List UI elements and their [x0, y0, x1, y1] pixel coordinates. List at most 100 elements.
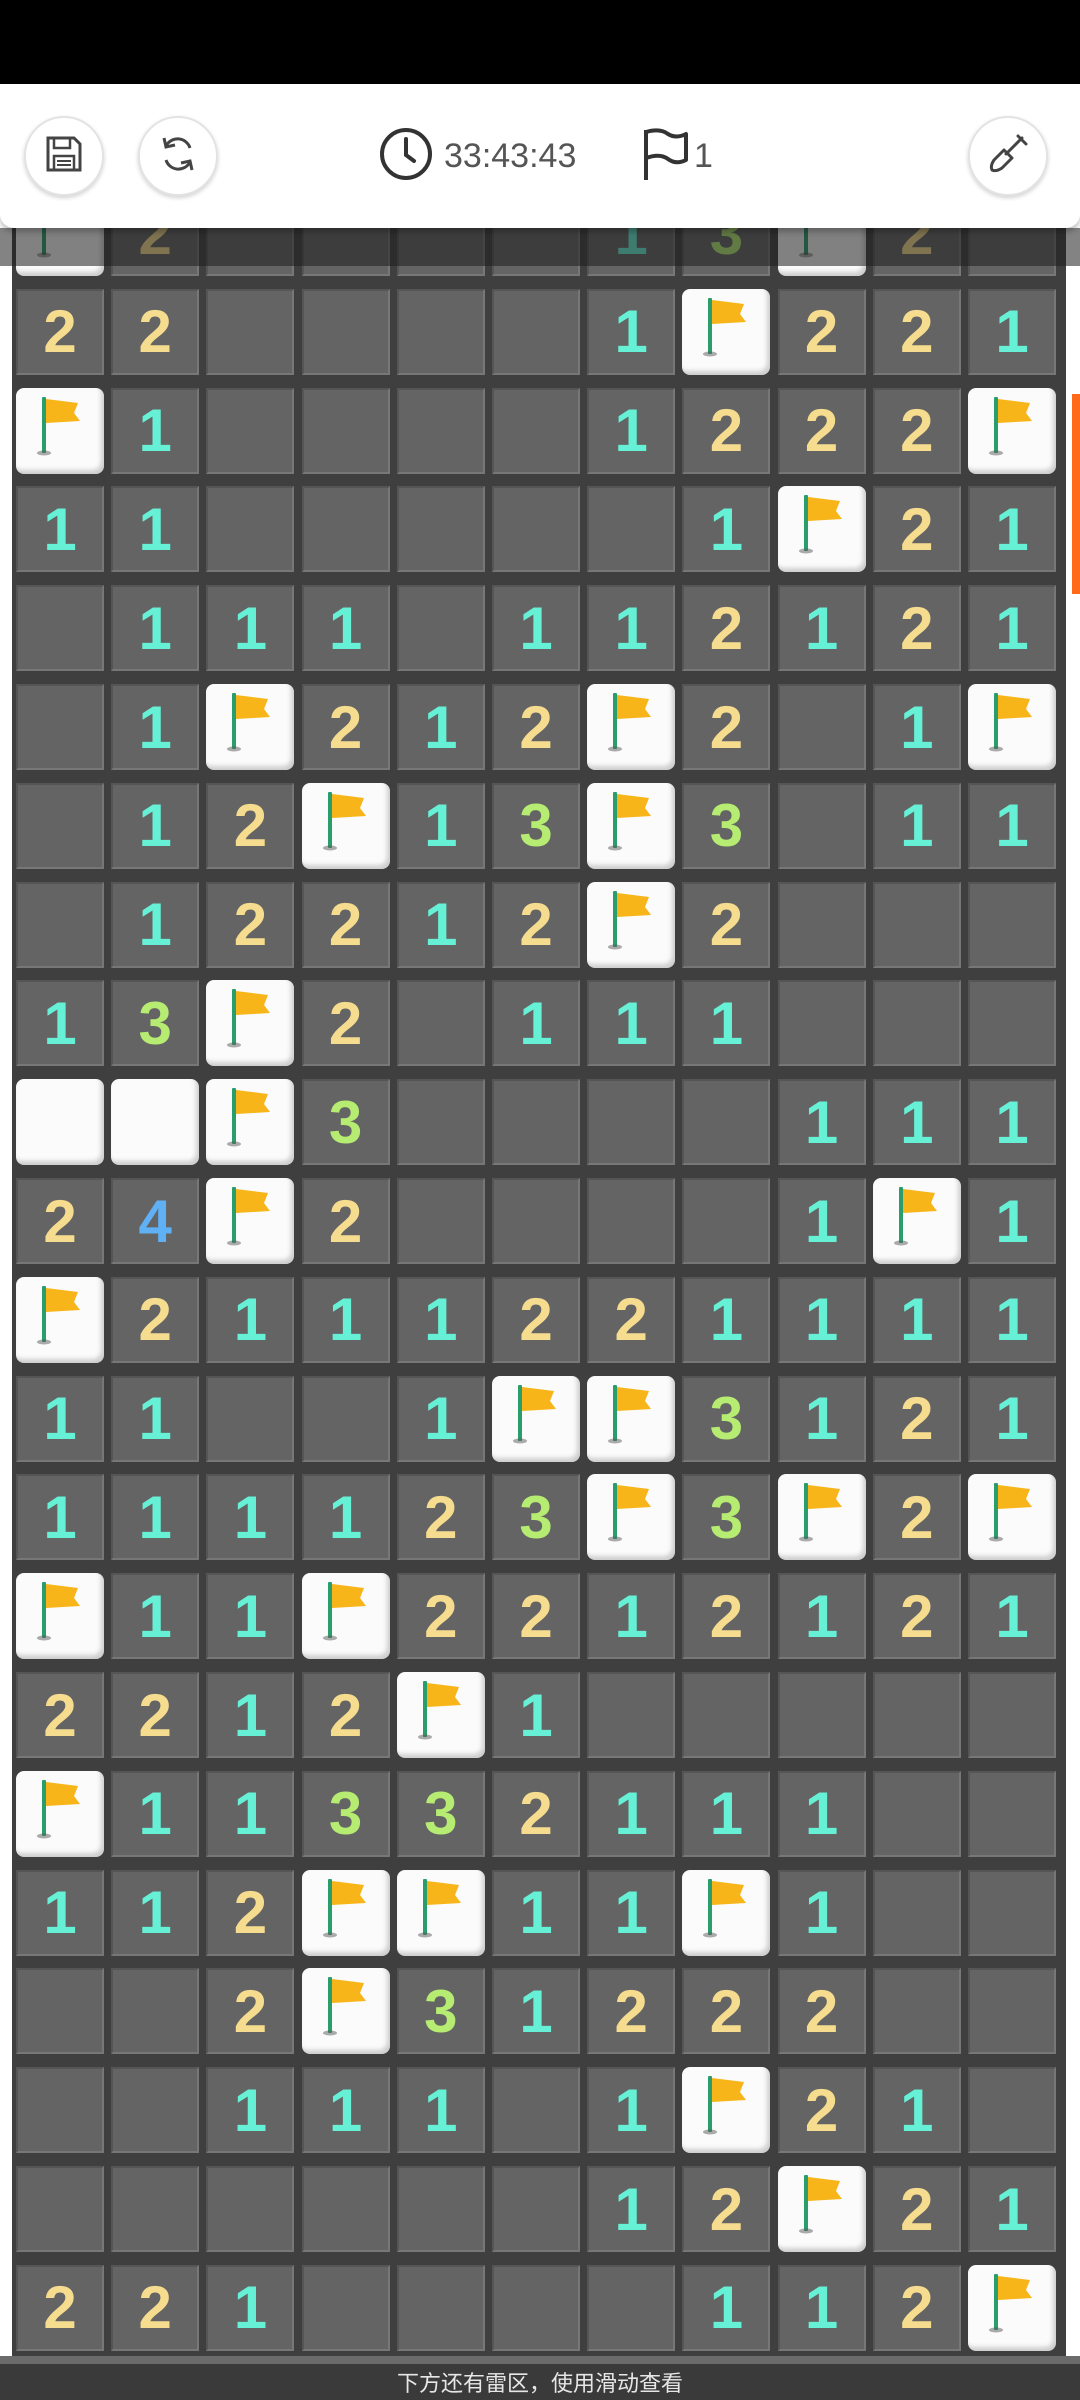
- cell-number[interactable]: 1: [16, 980, 104, 1067]
- cell-number[interactable]: 1: [16, 486, 104, 573]
- cell-flagged[interactable]: [16, 1770, 104, 1857]
- cell-flagged[interactable]: [587, 782, 676, 869]
- cell-number[interactable]: 1: [968, 585, 1056, 672]
- cell-number[interactable]: 2: [872, 2264, 961, 2351]
- cell-flagged[interactable]: [492, 1375, 580, 1462]
- cell-flagged[interactable]: [777, 1474, 866, 1561]
- cell-number[interactable]: 1: [396, 684, 485, 770]
- cell-number[interactable]: 2: [301, 1672, 390, 1758]
- minefield-viewport[interactable]: 2132221221112221112111111212112122112133…: [0, 228, 1080, 2364]
- cell-flagged[interactable]: [206, 980, 295, 1067]
- cell-empty[interactable]: [682, 1178, 771, 1264]
- cell-empty[interactable]: [872, 980, 961, 1067]
- cell-number[interactable]: 2: [206, 782, 295, 869]
- cell-number[interactable]: 1: [587, 387, 676, 474]
- cell-empty[interactable]: [777, 1672, 866, 1758]
- cell-empty[interactable]: [872, 1869, 961, 1956]
- save-button[interactable]: [24, 116, 104, 196]
- cell-number[interactable]: 2: [492, 1573, 580, 1660]
- cell-flagged[interactable]: [777, 2166, 866, 2252]
- cell-number[interactable]: 1: [206, 1573, 295, 1660]
- cell-empty[interactable]: [492, 2264, 580, 2351]
- cell-number[interactable]: 1: [777, 1375, 866, 1462]
- cell-empty[interactable]: [587, 2264, 676, 2351]
- cell-number[interactable]: 2: [777, 288, 866, 375]
- cell-number[interactable]: 2: [16, 1178, 104, 1264]
- cell-number[interactable]: 2: [777, 1968, 866, 2055]
- cell-number[interactable]: 1: [111, 1375, 200, 1462]
- cell-empty[interactable]: [16, 585, 104, 672]
- scroll-indicator[interactable]: [1072, 394, 1080, 594]
- cell-flagged[interactable]: [587, 881, 676, 968]
- cell-empty[interactable]: [206, 387, 295, 474]
- cell-number[interactable]: 2: [682, 1968, 771, 2055]
- cell-flagged[interactable]: [968, 684, 1056, 770]
- cell-number[interactable]: 1: [968, 782, 1056, 869]
- cell-empty[interactable]: [111, 1968, 200, 2055]
- cell-number[interactable]: 1: [682, 486, 771, 573]
- cell-number[interactable]: 1: [587, 1573, 676, 1660]
- cell-flagged[interactable]: [206, 1079, 295, 1166]
- cell-number[interactable]: 1: [777, 1573, 866, 1660]
- cell-flagged[interactable]: [301, 1869, 390, 1956]
- cell-number[interactable]: 1: [206, 1770, 295, 1857]
- cell-number[interactable]: 1: [777, 1276, 866, 1363]
- cell-number[interactable]: 2: [111, 2264, 200, 2351]
- cell-number[interactable]: 2: [872, 1573, 961, 1660]
- cell-number[interactable]: 2: [682, 1573, 771, 1660]
- cell-number[interactable]: 1: [301, 1474, 390, 1561]
- cell-empty[interactable]: [968, 1869, 1056, 1956]
- cell-empty[interactable]: [16, 2166, 104, 2252]
- cell-number[interactable]: 1: [587, 1869, 676, 1956]
- cell-empty[interactable]: [492, 387, 580, 474]
- cell-flagged[interactable]: [587, 684, 676, 770]
- cell-empty[interactable]: [777, 684, 866, 770]
- cell-number[interactable]: 3: [396, 1770, 485, 1857]
- cell-empty[interactable]: [206, 2166, 295, 2252]
- cell-number[interactable]: 1: [872, 1276, 961, 1363]
- cell-empty[interactable]: [587, 1178, 676, 1264]
- cell-empty[interactable]: [492, 2166, 580, 2252]
- cell-number[interactable]: 1: [872, 1079, 961, 1166]
- cell-number[interactable]: 2: [301, 684, 390, 770]
- minefield[interactable]: 2132221221112221112111111212112122112133…: [0, 228, 1080, 2364]
- cell-number[interactable]: 2: [682, 2166, 771, 2252]
- cell-number[interactable]: 2: [777, 2067, 866, 2154]
- cell-empty[interactable]: [396, 288, 485, 375]
- cell-number[interactable]: 1: [968, 1573, 1056, 1660]
- cell-number[interactable]: 1: [206, 2264, 295, 2351]
- cell-empty[interactable]: [301, 2166, 390, 2252]
- cell-empty[interactable]: [16, 684, 104, 770]
- cell-number[interactable]: 2: [587, 1276, 676, 1363]
- cell-empty[interactable]: [301, 1375, 390, 1462]
- cell-number[interactable]: 2: [111, 1672, 200, 1758]
- cell-number[interactable]: 2: [206, 1869, 295, 1956]
- cell-empty[interactable]: [396, 585, 485, 672]
- cell-number[interactable]: 2: [777, 387, 866, 474]
- cell-number[interactable]: 2: [16, 2264, 104, 2351]
- cell-number[interactable]: 2: [301, 980, 390, 1067]
- cell-flagged[interactable]: [396, 1869, 485, 1956]
- cell-number[interactable]: 2: [682, 881, 771, 968]
- cell-number[interactable]: 2: [872, 486, 961, 573]
- cell-number[interactable]: 1: [301, 1276, 390, 1363]
- cell-empty[interactable]: [16, 782, 104, 869]
- cell-empty[interactable]: [872, 1770, 961, 1857]
- cell-empty[interactable]: [396, 1178, 485, 1264]
- cell-number[interactable]: 2: [206, 1968, 295, 2055]
- cell-number[interactable]: 1: [872, 2067, 961, 2154]
- cell-flagged[interactable]: [301, 1573, 390, 1660]
- cell-number[interactable]: 1: [682, 1276, 771, 1363]
- cell-number[interactable]: 1: [206, 585, 295, 672]
- cell-number[interactable]: 1: [587, 1770, 676, 1857]
- cell-empty[interactable]: [301, 288, 390, 375]
- cell-number[interactable]: 1: [777, 1869, 866, 1956]
- cell-empty[interactable]: [492, 1079, 580, 1166]
- cell-number[interactable]: 2: [396, 1474, 485, 1561]
- cell-number[interactable]: 3: [396, 1968, 485, 2055]
- cell-flagged[interactable]: [872, 1178, 961, 1264]
- cell-number[interactable]: 3: [682, 1474, 771, 1561]
- cell-number[interactable]: 2: [301, 1178, 390, 1264]
- cell-number[interactable]: 2: [682, 585, 771, 672]
- cell-flagged[interactable]: [968, 1474, 1056, 1561]
